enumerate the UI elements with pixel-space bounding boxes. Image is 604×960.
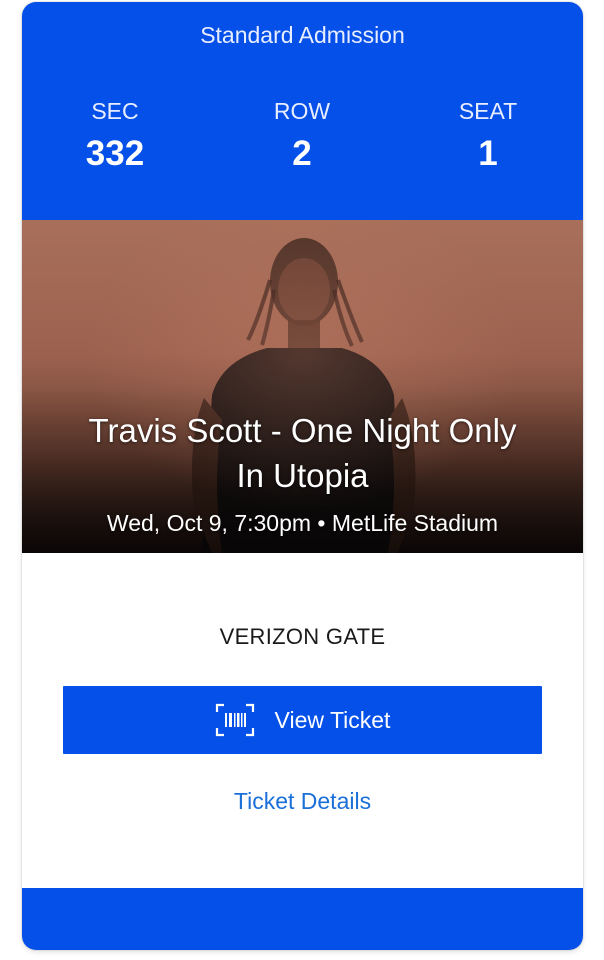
row-label: ROW [273,98,331,124]
section-value: 332 [85,134,145,173]
row-value: 2 [292,134,312,173]
event-datetime-venue: Wed, Oct 9, 7:30pm • MetLife Stadium [106,510,499,536]
image-overlay [22,220,583,553]
ticket-card: Standard Admission SEC 332 ROW 2 SEAT 1 [22,2,583,950]
entry-gate: VERIZON GATE [219,624,386,649]
seat-value: 1 [478,134,498,173]
ticket-footer [22,888,583,950]
seat-info: SEAT 1 [408,98,568,174]
event-image: Travis Scott - One Night Only In Utopia … [22,220,583,553]
section-info: SEC 332 [35,98,195,174]
view-ticket-button[interactable]: View Ticket [63,686,542,754]
event-title: Travis Scott - One Night Only In Utopia [22,408,583,498]
ticket-header: Standard Admission SEC 332 ROW 2 SEAT 1 [22,2,583,220]
admission-type: Standard Admission [200,22,405,48]
seat-label: SEAT [458,98,518,124]
barcode-icon [215,703,254,737]
event-title-line2: In Utopia [236,457,369,494]
view-ticket-label: View Ticket [274,706,391,733]
event-title-line1: Travis Scott - One Night Only [88,412,517,449]
row-info: ROW 2 [222,98,382,174]
section-label: SEC [91,98,139,124]
ticket-details-link[interactable]: Ticket Details [22,788,583,815]
